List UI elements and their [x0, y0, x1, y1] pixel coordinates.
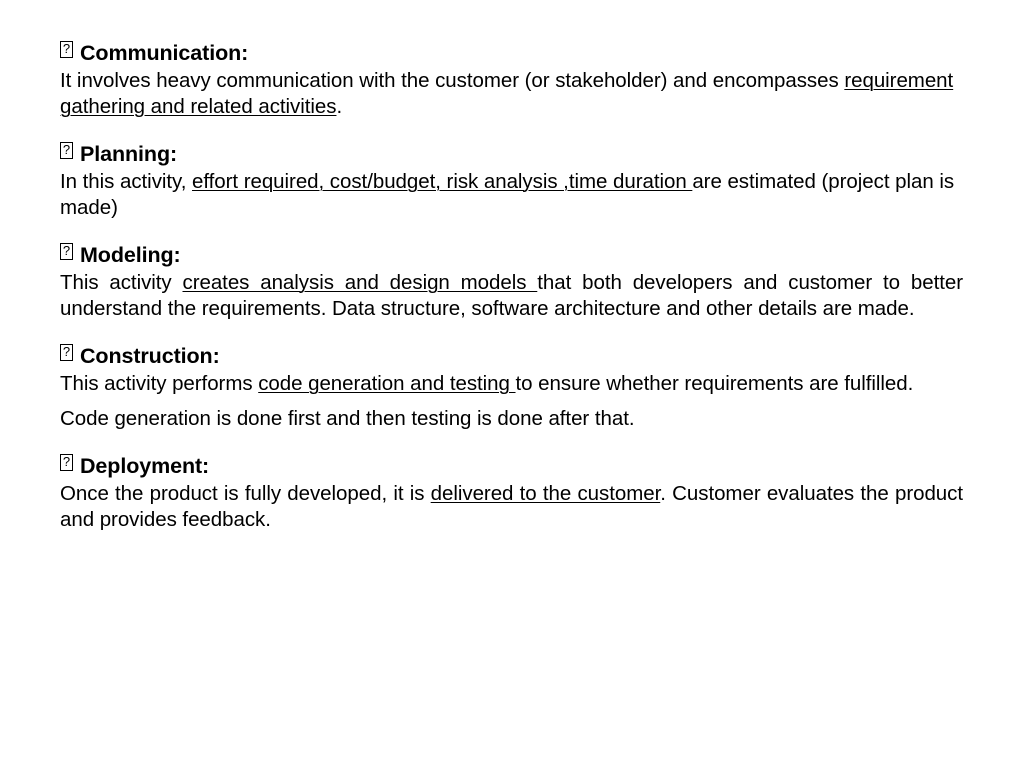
- section-body-deployment: Once the product is fully developed, it …: [60, 481, 963, 532]
- text-run: This activity performs: [60, 372, 259, 395]
- missing-glyph-box-bullet-icon: ?: [60, 243, 73, 260]
- section-heading-modeling: ? Modeling:: [60, 242, 963, 269]
- missing-glyph-box-bullet-icon: ?: [60, 344, 73, 361]
- missing-glyph-box-bullet-icon: ?: [60, 142, 73, 159]
- missing-glyph-box-bullet-icon: ?: [60, 41, 73, 58]
- text-run: .: [336, 94, 343, 118]
- section-heading-planning: ? Planning:: [60, 141, 963, 168]
- section-body-construction-note: Code generation is done first and then t…: [60, 406, 635, 430]
- underlined-key-phrase: effort required, cost/budget, risk analy…: [192, 170, 693, 193]
- missing-glyph-box-bullet-icon: ?: [60, 454, 73, 471]
- slide-canvas: ? Communication: It involves heavy commun…: [0, 0, 1024, 768]
- section-modeling: ? Modeling: This activity creates analysi…: [60, 242, 963, 321]
- section-communication: ? Communication: It involves heavy commun…: [60, 40, 963, 119]
- underlined-key-phrase: code generation and testing: [258, 372, 516, 395]
- section-body-modeling: This activity creates analysis and desig…: [60, 270, 963, 321]
- section-body-construction: This activity performs code generation a…: [60, 371, 963, 397]
- section-heading-communication: ? Communication:: [60, 40, 963, 67]
- text-run: Once the product is fully developed, it …: [60, 482, 431, 505]
- section-construction: ? Construction: This activity performs co…: [60, 343, 963, 431]
- section-heading-label: Modeling:: [80, 243, 181, 267]
- text-run: This activity: [60, 271, 183, 294]
- section-planning: ? Planning: In this activity, effort requ…: [60, 141, 963, 220]
- text-run: It involves heavy communication with the…: [60, 69, 845, 92]
- section-heading-label: Construction:: [80, 344, 220, 368]
- text-run: to ensure whether requirements are fulfi…: [515, 372, 914, 395]
- section-deployment: ? Deployment: Once the product is fully d…: [60, 453, 963, 532]
- underlined-key-phrase: delivered to the customer: [430, 482, 661, 505]
- section-body-planning: In this activity, effort required, cost/…: [60, 169, 963, 220]
- text-run: In this activity,: [60, 170, 193, 193]
- section-heading-deployment: ? Deployment:: [60, 453, 963, 480]
- section-heading-label: Deployment:: [80, 454, 210, 478]
- underlined-key-phrase: creates analysis and design models: [182, 271, 538, 294]
- section-body-communication: It involves heavy communication with the…: [60, 68, 963, 119]
- section-heading-construction: ? Construction:: [60, 343, 963, 370]
- section-heading-label: Communication:: [80, 41, 249, 65]
- section-heading-label: Planning:: [80, 142, 178, 166]
